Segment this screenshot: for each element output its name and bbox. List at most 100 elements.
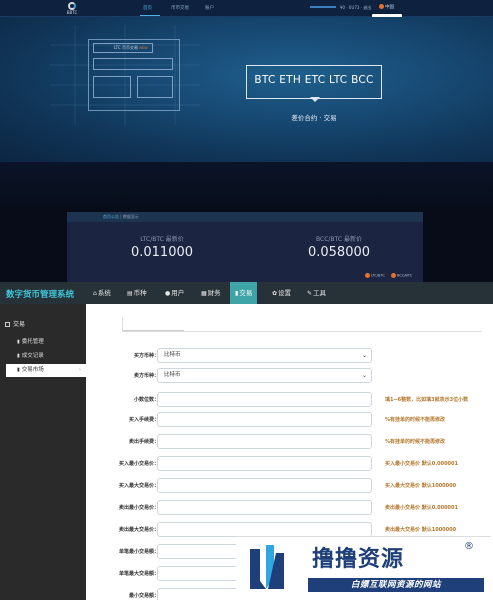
- site-nav-home[interactable]: 首页: [143, 5, 152, 11]
- form-input-field[interactable]: [157, 434, 372, 449]
- chevron-right-icon: ›: [79, 367, 81, 373]
- site-nav-trade[interactable]: 币币交易: [171, 5, 189, 11]
- watermark-title: 撸撸资源: [312, 547, 405, 572]
- ticker-tag-label: BCC/BTC: [397, 273, 413, 278]
- hero-coin-banner: BTC ETH ETC LTC BCC: [246, 65, 382, 102]
- form-tab[interactable]: [122, 317, 184, 331]
- admin-brand-title[interactable]: 数字货币管理系统: [6, 288, 74, 300]
- table-icon: ▦: [201, 290, 207, 297]
- currency-select[interactable]: 比特币 ⌄: [157, 368, 372, 383]
- form-input-field[interactable]: [157, 456, 372, 471]
- form-label: 买入最小交易价：: [118, 461, 159, 467]
- currency-select[interactable]: 比特币 ⌄: [157, 348, 372, 363]
- bar-chart-icon: ▮: [235, 290, 239, 297]
- form-label: 卖方币种：: [133, 373, 159, 379]
- site-nav-account[interactable]: 账户: [205, 5, 214, 11]
- admin-sidebar: 交易 ▮ 委托管理 ▮ 成交记录 ▮ 交易市场 ›: [0, 304, 86, 600]
- active-nav-underline: [140, 15, 160, 16]
- dark-band: [0, 162, 493, 212]
- chevron-down-icon: ⌄: [361, 372, 367, 379]
- hero-card-field: [93, 58, 173, 70]
- site-lower-section: 首页公告 | 数据显示 LTC/BTC 最新价 0.011000 BCC/BTC…: [0, 162, 493, 282]
- watermark-logo: 撸撸资源 ® 白嫖互联网资源的网站: [236, 536, 491, 600]
- form-hint: 填1--6整数，比如填3就表示3位小数: [385, 397, 469, 403]
- form-label: 单笔最大交易额：: [118, 571, 159, 577]
- hero-coin-list: BTC ETH ETC LTC BCC: [254, 74, 374, 86]
- exchange-site-screenshot: BBTC 首页 币币交易 账户 ¥0 · 0U73 · 退出 中国 中国 Eng…: [0, 0, 493, 282]
- form-row: 买入最大交易价： 买入最大交易价 默认1000000: [86, 478, 493, 494]
- form-input-field[interactable]: [157, 392, 372, 407]
- hero-subtitle: 差价合约 · 交易: [291, 114, 337, 122]
- coin-icon: [365, 273, 370, 278]
- admin-nav-users[interactable]: ●用户: [160, 282, 189, 304]
- hero-card-panel: [137, 76, 173, 98]
- admin-nav-label: 币种: [133, 289, 147, 297]
- sidebar-item-trades[interactable]: ▮ 成交记录: [0, 350, 86, 363]
- admin-nav-label: 设置: [278, 289, 292, 297]
- form-label: 卖出最小交易价：: [118, 505, 159, 511]
- form-input-field[interactable]: [157, 412, 372, 427]
- site-progress-bar: [310, 6, 336, 8]
- sidebar-item-market[interactable]: ▮ 交易市场 ›: [6, 364, 86, 377]
- sidebar-item-label: 成交记录: [21, 353, 44, 359]
- notice-bar: 首页公告 | 数据显示: [67, 212, 423, 222]
- ticker-tag-label: LTC/BTC: [371, 273, 385, 278]
- form-input-field[interactable]: [157, 478, 372, 493]
- form-tab-edge: [122, 317, 123, 331]
- monitor-icon: ▤: [127, 290, 133, 297]
- sidebar-item-orders[interactable]: ▮ 委托管理: [0, 336, 86, 349]
- logo-ring-icon: [68, 2, 76, 10]
- collapse-icon: [5, 322, 10, 327]
- home-icon: ⌂: [93, 290, 97, 297]
- bar-chart-icon: ▮: [17, 367, 20, 373]
- site-logo[interactable]: BBTC: [64, 2, 80, 16]
- admin-nav-label: 用户: [171, 289, 185, 297]
- gear-icon: ✿: [272, 290, 278, 297]
- form-divider: [122, 331, 482, 332]
- admin-nav-tools[interactable]: ✎工具: [302, 282, 331, 304]
- form-label: 买方币种：: [133, 353, 159, 359]
- sidebar-item-label: 交易市场: [21, 367, 44, 373]
- form-input-value: 比特币: [164, 372, 181, 378]
- form-input-value: 比特币: [164, 352, 181, 358]
- user-icon: ●: [165, 290, 171, 297]
- ticker-bcc[interactable]: BCC/BTC 最新价 0.058000: [279, 234, 399, 260]
- ticker-tag[interactable]: BCC/BTC: [391, 273, 412, 278]
- form-hint: %有挂单的时候不能再修改: [385, 417, 446, 423]
- hero-card-title-text: LTC 币币交易: [114, 45, 138, 50]
- coin-icon: [391, 273, 396, 278]
- admin-nav-coins[interactable]: ▤币种: [122, 282, 152, 304]
- notice-text: 数据显示: [122, 214, 139, 219]
- site-user-info[interactable]: ¥0 · 0U73 · 退出: [340, 5, 371, 11]
- form-row: 买入手续费： %有挂单的时候不能再修改: [86, 412, 493, 428]
- form-row: 卖出手续费： %有挂单的时候不能再修改: [86, 434, 493, 450]
- admin-nav-label: 财务: [207, 289, 221, 297]
- form-row: 买入最小交易价： 买入最小交易价 默认0.000001: [86, 456, 493, 472]
- form-hint: %有挂单的时候不能再修改: [385, 439, 446, 445]
- form-label: 买入最大交易价：: [118, 483, 159, 489]
- ticker-tag[interactable]: LTC/BTC: [365, 273, 385, 278]
- admin-nav-label: 工具: [313, 289, 327, 297]
- form-label: 单笔最小交易额：: [118, 549, 159, 555]
- registered-mark: ®: [464, 541, 474, 552]
- admin-topbar: 数字货币管理系统 ⌂系统 ▤币种 ●用户 ▦财务 ▮交易 ✿设置 ✎工具: [0, 282, 493, 304]
- form-label: 买入手续费：: [128, 417, 159, 423]
- new-badge: NEW: [139, 46, 148, 50]
- form-hint: 买入最小交易价 默认0.000001: [385, 461, 458, 467]
- admin-nav-trade[interactable]: ▮交易: [230, 282, 258, 304]
- ticker-ltc[interactable]: LTC/BTC 最新价 0.011000: [102, 234, 222, 260]
- form-label: 卖出最大交易价：: [118, 527, 159, 533]
- admin-nav-label: 系统: [97, 289, 111, 297]
- form-hint: 卖出最大交易价 默认1000000: [385, 527, 457, 533]
- admin-nav-settings[interactable]: ✿设置: [267, 282, 296, 304]
- sidebar-section-header[interactable]: 交易: [5, 319, 25, 328]
- form-input-field[interactable]: [157, 500, 372, 515]
- notice-link[interactable]: 首页公告: [103, 214, 119, 219]
- admin-nav-system[interactable]: ⌂系统: [88, 282, 116, 304]
- admin-nav-finance[interactable]: ▦财务: [196, 282, 226, 304]
- form-row: 卖方币种： 比特币 ⌄: [86, 368, 493, 384]
- form-label: 最小交易额：: [128, 593, 159, 599]
- form-row: 买方币种： 比特币 ⌄: [86, 348, 493, 364]
- language-switch[interactable]: 中国: [379, 4, 394, 10]
- form-input-field[interactable]: [157, 522, 372, 537]
